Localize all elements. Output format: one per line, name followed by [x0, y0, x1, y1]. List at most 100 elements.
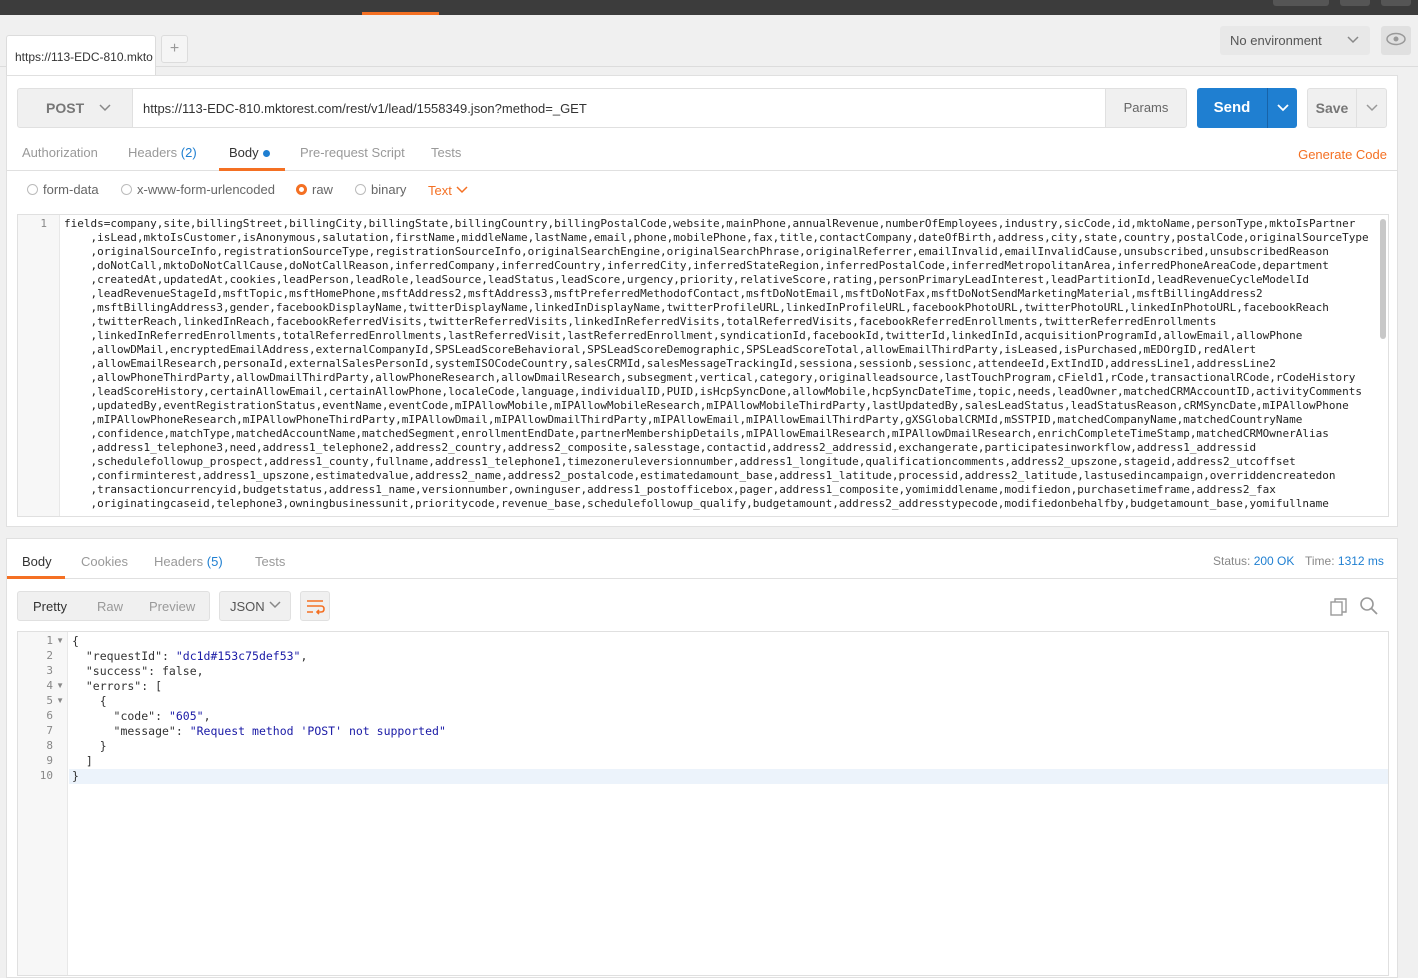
url-input[interactable]	[133, 88, 1106, 128]
body-code-line: ,allowDMail,encryptedEmailAddress,extern…	[64, 343, 1257, 356]
environment-select[interactable]: No environment	[1220, 26, 1370, 55]
fold-arrow-icon[interactable]: ▼	[56, 636, 64, 645]
status-value: 200 OK	[1253, 554, 1295, 568]
method-select[interactable]: POST	[17, 88, 133, 128]
chevron-down-icon	[268, 598, 282, 615]
body-code-line: ,isLead,mktoIsCustomer,isAnonymous,salut…	[64, 231, 1369, 244]
response-tab-headers[interactable]: Headers (5)	[154, 554, 223, 569]
json-line: "code": "605",	[72, 709, 1382, 724]
titlebar-button[interactable]	[1340, 0, 1370, 6]
tab-headers[interactable]: Headers (2)	[128, 145, 197, 160]
body-code-line: ,address1_telephone3,need,address1_telep…	[64, 441, 1257, 454]
body-code-line: ,schedulefollowup_prospect,address1_coun…	[64, 455, 1296, 468]
raw-type-select[interactable]: Text	[428, 183, 469, 198]
wrap-lines-button[interactable]	[300, 591, 330, 621]
line-number: 7	[46, 724, 53, 737]
body-editor-gutter: 1	[18, 215, 60, 516]
format-preview[interactable]: Preview	[149, 599, 195, 614]
json-key: "requestId":	[72, 649, 176, 663]
response-body-content: { "requestId": "dc1d#153c75def53", "succ…	[72, 634, 1382, 784]
request-panel: POST Params Send Save Authorization Head…	[6, 75, 1398, 527]
response-panel: Body Cookies Headers (5) Tests Status: 2…	[6, 538, 1398, 978]
body-code-line: ,linkedInReferredEnrollments,totalReferr…	[64, 329, 1303, 342]
line-number: 5	[46, 694, 53, 707]
tab-prerequest-script[interactable]: Pre-request Script	[300, 145, 405, 160]
send-options-button[interactable]	[1267, 88, 1297, 128]
radio-label: raw	[312, 182, 333, 197]
tab-tests[interactable]: Tests	[431, 145, 461, 160]
fold-arrow-icon[interactable]: ▼	[56, 696, 64, 705]
format-pretty[interactable]: Pretty	[33, 599, 67, 614]
chevron-down-icon	[1346, 32, 1360, 49]
time-label: Time:	[1305, 554, 1335, 568]
response-tab-body[interactable]: Body	[22, 554, 52, 569]
body-mode-selector: form-data x-www-form-urlencoded raw bina…	[7, 176, 1397, 206]
response-tabs: Body Cookies Headers (5) Tests Status: 2…	[7, 539, 1397, 579]
tab-authorization[interactable]: Authorization	[22, 145, 98, 160]
body-code-line: ,confirminterest,address1_upszone,estima…	[64, 469, 1336, 482]
body-code-line: ,allowPhoneThirdParty,allowDmailThirdPar…	[64, 371, 1356, 384]
body-editor[interactable]: 1 fields=company,site,billingStreet,bill…	[17, 214, 1389, 517]
json-line: "message": "Request method 'POST' not su…	[72, 724, 1382, 739]
response-type-select[interactable]: JSON	[219, 591, 291, 621]
response-tab-cookies[interactable]: Cookies	[81, 554, 128, 569]
json-key: "code":	[72, 709, 169, 723]
save-options-button[interactable]	[1356, 88, 1387, 128]
active-tab-indicator	[7, 576, 65, 579]
line-number: 2	[46, 649, 53, 662]
send-button[interactable]: Send	[1197, 88, 1267, 128]
json-line: "success": false,	[72, 664, 204, 678]
body-code-line: ,mIPAllowPhoneResearch,mIPAllowPhoneThir…	[64, 413, 1303, 426]
line-number: 4	[46, 679, 53, 692]
save-button[interactable]: Save	[1307, 88, 1357, 128]
radio-circle	[355, 184, 366, 195]
titlebar-button[interactable]	[1273, 0, 1329, 6]
body-code-line: fields=company,site,billingStreet,billin…	[64, 217, 1356, 230]
tab-body[interactable]: Body	[229, 145, 270, 160]
response-body-viewer[interactable]: 1 ▼ 2 3 4 ▼ 5 ▼ 6 7 8 9 10 { "requestId"…	[17, 631, 1389, 976]
chevron-down-icon	[1268, 104, 1298, 131]
titlebar-button[interactable]	[1381, 0, 1411, 6]
body-code-line: ,msftBillingAddress3,gender,facebookDisp…	[64, 301, 1329, 314]
radio-circle-selected	[296, 184, 307, 195]
body-editor-content[interactable]: fields=company,site,billingStreet,billin…	[64, 217, 1374, 511]
fold-arrow-icon[interactable]: ▼	[56, 681, 64, 690]
vertical-scrollbar[interactable]	[1380, 219, 1386, 339]
search-icon[interactable]	[1359, 596, 1379, 619]
environment-quick-look-button[interactable]	[1381, 26, 1411, 55]
generate-code-link[interactable]: Generate Code	[1298, 147, 1387, 162]
request-tab-bar: https://113-EDC-810.mkto + No environmen…	[0, 15, 1418, 82]
radio-urlencoded[interactable]: x-www-form-urlencoded	[121, 182, 275, 197]
json-punct: ,	[300, 649, 308, 663]
line-number: 3	[46, 664, 53, 677]
radio-circle	[121, 184, 132, 195]
json-punct: ,	[203, 709, 211, 723]
format-raw[interactable]: Raw	[97, 599, 123, 614]
params-button[interactable]: Params	[1105, 88, 1187, 128]
json-line: ]	[72, 754, 93, 768]
body-modified-dot	[262, 150, 270, 158]
radio-raw[interactable]: raw	[296, 182, 333, 197]
active-tab-indicator	[219, 168, 285, 171]
radio-circle	[27, 184, 38, 195]
body-code-line: ,originatingcaseid,telephone3,owningbusi…	[64, 497, 1329, 510]
eye-icon	[1381, 32, 1411, 58]
chevron-down-icon	[455, 183, 469, 198]
body-code-line: ,twitterReach,linkedInReach,facebookRefe…	[64, 315, 1217, 328]
response-tab-tests[interactable]: Tests	[255, 554, 285, 569]
body-code-line: ,originalSourceInfo,registrationSourceTy…	[64, 245, 1329, 258]
json-string: "605"	[168, 709, 204, 723]
add-tab-button[interactable]: +	[161, 35, 188, 63]
chevron-down-icon	[98, 101, 112, 118]
json-string: "dc1d#153c75def53"	[175, 649, 301, 663]
body-code-line: ,leadRevenueStageId,msftTopic,msftHomePh…	[64, 287, 1263, 300]
copy-icon[interactable]	[1329, 597, 1349, 620]
response-status: Status: 200 OK	[1213, 554, 1294, 568]
json-line: "errors": [	[72, 679, 163, 693]
radio-binary[interactable]: binary	[355, 182, 406, 197]
status-label: Status:	[1213, 554, 1251, 568]
radio-form-data[interactable]: form-data	[27, 182, 99, 197]
body-code-line: ,createdAt,updatedAt,cookies,leadPerson,…	[64, 273, 1310, 286]
line-number: 10	[39, 769, 53, 782]
tab-headers-label: Headers	[128, 145, 178, 160]
